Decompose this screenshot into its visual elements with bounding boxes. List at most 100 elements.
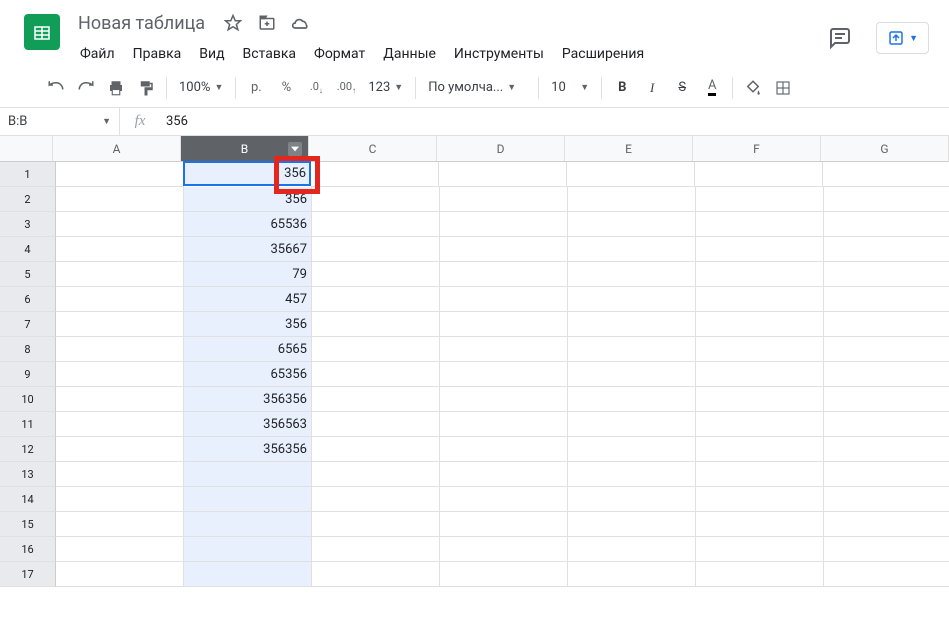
cell-E7[interactable] bbox=[568, 312, 696, 337]
cell-C7[interactable] bbox=[312, 312, 440, 337]
cell-B6[interactable]: 457 bbox=[184, 287, 312, 312]
cell-A8[interactable] bbox=[56, 337, 184, 362]
cell-F15[interactable] bbox=[696, 512, 824, 537]
cell-E12[interactable] bbox=[568, 437, 696, 462]
cell-B2[interactable]: 356 bbox=[184, 187, 312, 212]
cell-C8[interactable] bbox=[312, 337, 440, 362]
cell-D9[interactable] bbox=[440, 362, 568, 387]
cell-D12[interactable] bbox=[440, 437, 568, 462]
cell-F12[interactable] bbox=[696, 437, 824, 462]
column-header-A[interactable]: A bbox=[53, 136, 181, 162]
cell-C1[interactable] bbox=[311, 162, 439, 187]
cell-A10[interactable] bbox=[56, 387, 184, 412]
cell-F1[interactable] bbox=[695, 162, 823, 187]
row-header-10[interactable]: 10 bbox=[0, 387, 56, 412]
strikethrough-button[interactable]: S bbox=[668, 74, 696, 102]
zoom-dropdown[interactable]: 100%▼ bbox=[173, 74, 229, 102]
row-header-2[interactable]: 2 bbox=[0, 187, 56, 212]
row-header-17[interactable]: 17 bbox=[0, 562, 56, 587]
cell-G9[interactable] bbox=[824, 362, 949, 387]
cell-C3[interactable] bbox=[312, 212, 440, 237]
cell-D13[interactable] bbox=[440, 462, 568, 487]
row-header-9[interactable]: 9 bbox=[0, 362, 56, 387]
cell-E2[interactable] bbox=[568, 187, 696, 212]
cell-C15[interactable] bbox=[312, 512, 440, 537]
column-dropdown-icon[interactable] bbox=[288, 142, 302, 156]
cell-E14[interactable] bbox=[568, 487, 696, 512]
menu-edit[interactable]: Правка bbox=[125, 42, 190, 66]
row-header-12[interactable]: 12 bbox=[0, 437, 56, 462]
star-icon[interactable] bbox=[221, 11, 245, 35]
formula-input[interactable]: 356 bbox=[160, 114, 949, 129]
row-header-13[interactable]: 13 bbox=[0, 462, 56, 487]
cell-A14[interactable] bbox=[56, 487, 184, 512]
cell-E11[interactable] bbox=[568, 412, 696, 437]
cell-E4[interactable] bbox=[568, 237, 696, 262]
cell-A3[interactable] bbox=[56, 212, 184, 237]
cell-C5[interactable] bbox=[312, 262, 440, 287]
cell-D15[interactable] bbox=[440, 512, 568, 537]
cell-G5[interactable] bbox=[824, 262, 949, 287]
text-color-button[interactable]: A bbox=[698, 74, 726, 102]
cell-A17[interactable] bbox=[56, 562, 184, 587]
menu-extensions[interactable]: Расширения bbox=[554, 42, 652, 66]
column-header-G[interactable]: G bbox=[821, 136, 949, 162]
redo-button[interactable] bbox=[72, 74, 100, 102]
cell-F10[interactable] bbox=[696, 387, 824, 412]
cell-G3[interactable] bbox=[824, 212, 949, 237]
cell-C2[interactable] bbox=[312, 187, 440, 212]
cell-C6[interactable] bbox=[312, 287, 440, 312]
cell-C14[interactable] bbox=[312, 487, 440, 512]
cell-B13[interactable] bbox=[184, 462, 312, 487]
cell-F4[interactable] bbox=[696, 237, 824, 262]
cell-D3[interactable] bbox=[440, 212, 568, 237]
cell-D17[interactable] bbox=[440, 562, 568, 587]
cell-G16[interactable] bbox=[824, 537, 949, 562]
cell-G15[interactable] bbox=[824, 512, 949, 537]
cell-E16[interactable] bbox=[568, 537, 696, 562]
cell-E6[interactable] bbox=[568, 287, 696, 312]
cell-D10[interactable] bbox=[440, 387, 568, 412]
cell-A15[interactable] bbox=[56, 512, 184, 537]
cell-G13[interactable] bbox=[824, 462, 949, 487]
row-header-7[interactable]: 7 bbox=[0, 312, 56, 337]
cell-C12[interactable] bbox=[312, 437, 440, 462]
document-title[interactable]: Новая таблица bbox=[72, 11, 211, 36]
move-icon[interactable] bbox=[255, 11, 279, 35]
cell-A13[interactable] bbox=[56, 462, 184, 487]
cell-G17[interactable] bbox=[824, 562, 949, 587]
select-all-corner[interactable] bbox=[0, 136, 53, 162]
cell-G7[interactable] bbox=[824, 312, 949, 337]
cell-E10[interactable] bbox=[568, 387, 696, 412]
cell-F9[interactable] bbox=[696, 362, 824, 387]
cell-A2[interactable] bbox=[56, 187, 184, 212]
paint-format-button[interactable] bbox=[132, 74, 160, 102]
cell-A12[interactable] bbox=[56, 437, 184, 462]
italic-button[interactable]: I bbox=[638, 74, 666, 102]
cell-E3[interactable] bbox=[568, 212, 696, 237]
name-box[interactable]: B:B ▼ bbox=[0, 108, 120, 135]
cell-A6[interactable] bbox=[56, 287, 184, 312]
cell-E8[interactable] bbox=[568, 337, 696, 362]
menu-tools[interactable]: Инструменты bbox=[446, 42, 552, 66]
cell-B3[interactable]: 65536 bbox=[184, 212, 312, 237]
cloud-status-icon[interactable] bbox=[289, 11, 313, 35]
menu-file[interactable]: Файл bbox=[72, 42, 123, 66]
cell-B1[interactable]: 356 bbox=[183, 161, 311, 186]
cell-A7[interactable] bbox=[56, 312, 184, 337]
cell-D6[interactable] bbox=[440, 287, 568, 312]
cell-G1[interactable] bbox=[823, 162, 949, 187]
cell-A4[interactable] bbox=[56, 237, 184, 262]
cell-A1[interactable] bbox=[56, 162, 184, 187]
cell-F16[interactable] bbox=[696, 537, 824, 562]
cell-C9[interactable] bbox=[312, 362, 440, 387]
cell-F3[interactable] bbox=[696, 212, 824, 237]
font-size-dropdown[interactable]: 10▼ bbox=[545, 74, 595, 102]
cell-B14[interactable] bbox=[184, 487, 312, 512]
cell-B16[interactable] bbox=[184, 537, 312, 562]
cell-E5[interactable] bbox=[568, 262, 696, 287]
sheets-logo[interactable] bbox=[24, 14, 60, 50]
row-header-5[interactable]: 5 bbox=[0, 262, 56, 287]
cell-F8[interactable] bbox=[696, 337, 824, 362]
cell-C4[interactable] bbox=[312, 237, 440, 262]
